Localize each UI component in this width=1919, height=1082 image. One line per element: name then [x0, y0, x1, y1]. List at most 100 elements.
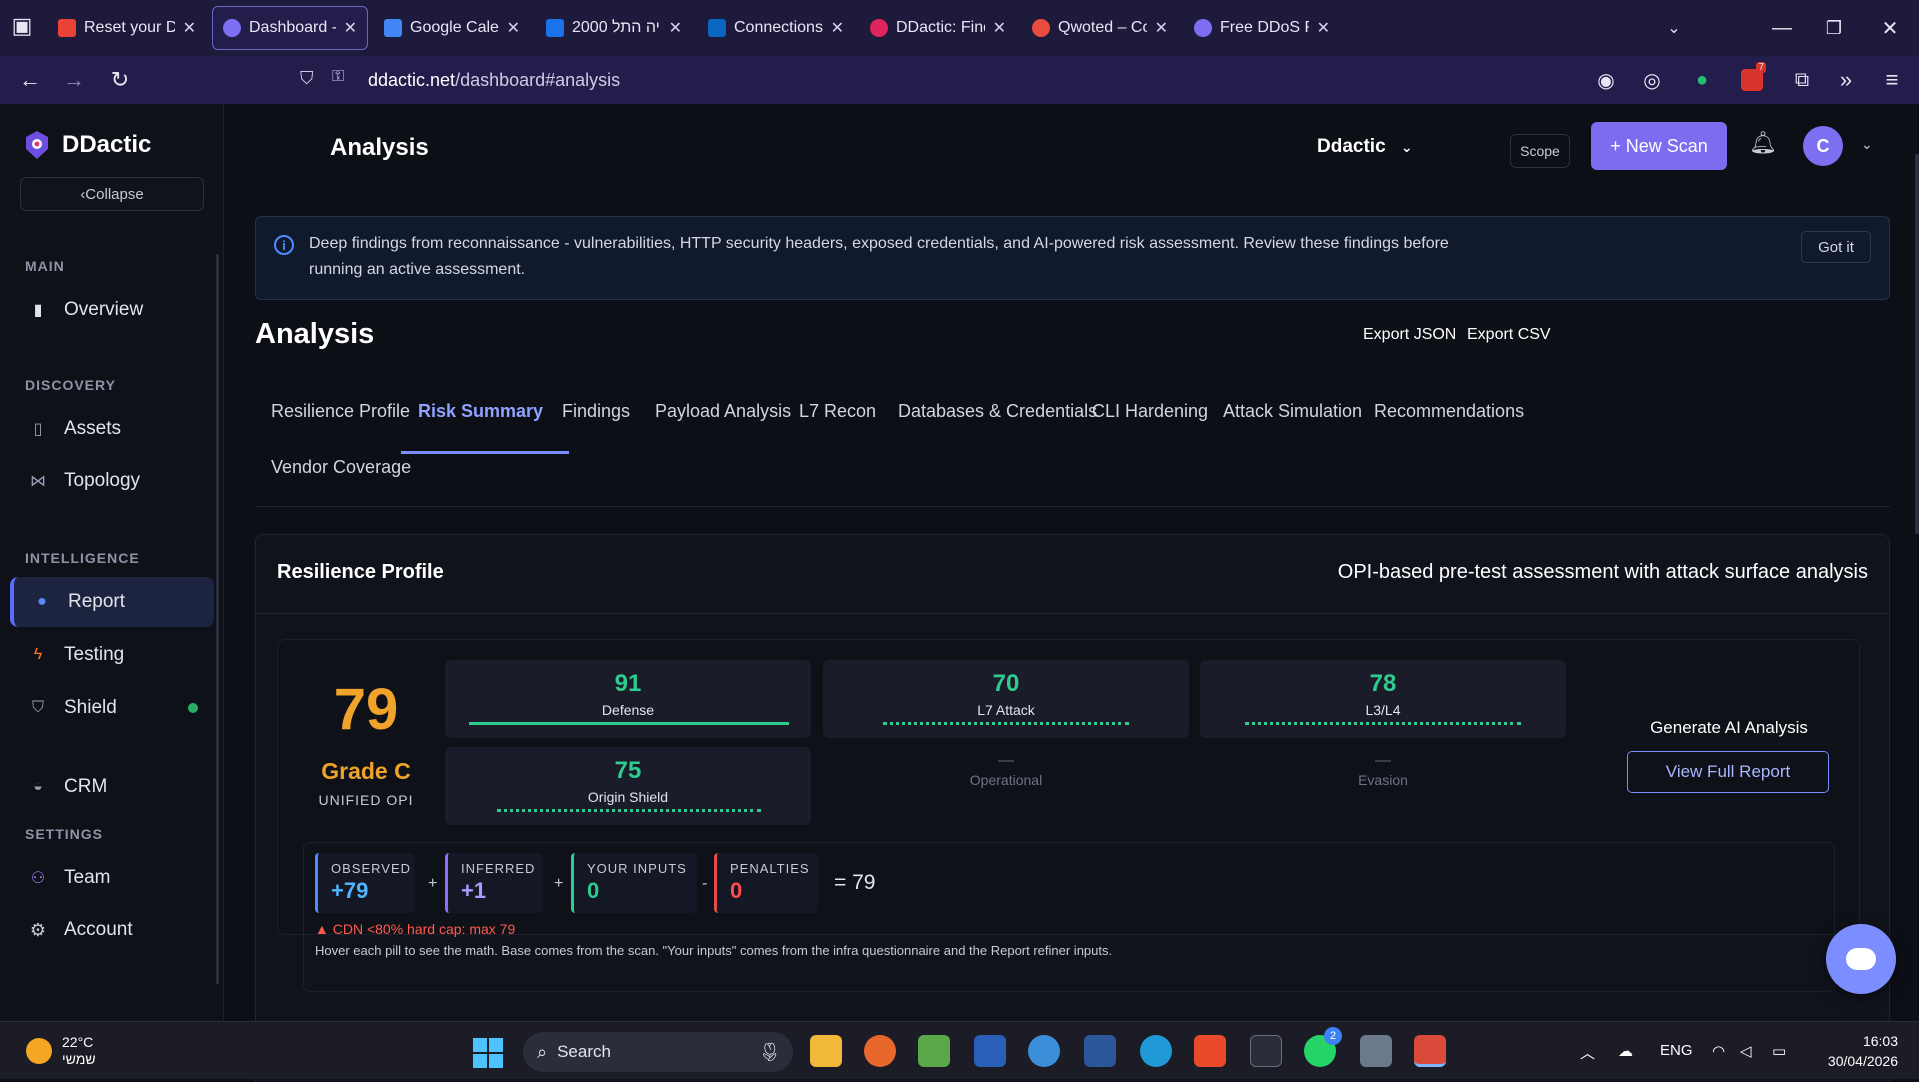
- chevron-down-icon[interactable]: ⌄: [1861, 136, 1873, 153]
- main-scrollbar[interactable]: [1915, 154, 1919, 534]
- taskbar-search[interactable]: ⌕ Search 🌷︎: [523, 1032, 793, 1072]
- calculator-icon[interactable]: [1360, 1035, 1392, 1067]
- export-json-button[interactable]: Export JSON: [1363, 326, 1456, 344]
- metric-defense[interactable]: 91 Defense: [445, 660, 811, 738]
- close-window-icon[interactable]: ✕: [1874, 12, 1906, 44]
- export-csv-button[interactable]: Export CSV: [1467, 326, 1551, 344]
- extension-badge-icon[interactable]: 7: [1736, 62, 1768, 96]
- collapse-button[interactable]: ‹Collapse: [20, 177, 204, 211]
- edge-icon[interactable]: [1140, 1035, 1172, 1067]
- shield-icon[interactable]: ⛉: [300, 68, 314, 89]
- globe-icon[interactable]: [1028, 1035, 1060, 1067]
- bell-icon[interactable]: 🔔︎: [1749, 130, 1777, 156]
- notepad-icon[interactable]: [918, 1035, 950, 1067]
- generate-ai-analysis-button[interactable]: Generate AI Analysis: [1628, 718, 1830, 738]
- tab-recommendations[interactable]: Recommendations: [1374, 401, 1524, 422]
- view-full-report-button[interactable]: View Full Report: [1627, 751, 1829, 793]
- language-indicator[interactable]: ENG: [1660, 1042, 1693, 1059]
- pill-inferred[interactable]: INFERRED +1: [445, 853, 543, 913]
- system-clock[interactable]: 16:03 30/04/2026: [1818, 1031, 1898, 1071]
- tab-vendor-coverage[interactable]: Vendor Coverage: [271, 457, 411, 478]
- whatsapp-icon[interactable]: 2: [1304, 1027, 1342, 1067]
- close-tab-icon[interactable]: ✕: [507, 18, 520, 38]
- site-info-icon[interactable]: ⚿: [332, 68, 344, 86]
- word-icon[interactable]: [1084, 1035, 1116, 1067]
- dismiss-banner-button[interactable]: Got it: [1801, 231, 1871, 263]
- more-tools-icon[interactable]: »: [1830, 64, 1862, 96]
- tab-cli-hardening[interactable]: CLI Hardening: [1092, 401, 1208, 422]
- restore-icon[interactable]: ❐: [1818, 12, 1850, 44]
- powershell-icon[interactable]: [974, 1035, 1006, 1067]
- onedrive-icon[interactable]: ☁: [1618, 1042, 1633, 1060]
- show-hidden-icons[interactable]: ︿: [1580, 1042, 1595, 1063]
- pill-observed[interactable]: OBSERVED +79: [315, 853, 415, 913]
- ubuntu-icon[interactable]: [1194, 1035, 1226, 1067]
- active-app-icon[interactable]: [1414, 1035, 1446, 1067]
- tab-actions-icon[interactable]: ▣: [6, 10, 38, 42]
- weather-widget[interactable]: 22°C שמשי: [26, 1034, 96, 1068]
- address-bar[interactable]: ⛉ ⚿ ddactic.net/dashboard#analysis: [288, 61, 1438, 99]
- sidebar-item-testing[interactable]: ϟ Testing: [10, 630, 214, 680]
- extension-incognito-icon[interactable]: ◎: [1636, 64, 1668, 96]
- browser-tab-hebrew[interactable]: 2000 בשצייה התל ✕: [536, 6, 692, 50]
- brand[interactable]: DDactic: [24, 130, 151, 160]
- grammarly-icon[interactable]: ●: [1686, 64, 1718, 96]
- pill-your-inputs[interactable]: YOUR INPUTS 0: [571, 853, 697, 913]
- brand-name: DDactic: [62, 131, 152, 158]
- tab-databases-credentials[interactable]: Databases & Credentials: [898, 401, 1097, 422]
- wifi-icon[interactable]: ◠: [1712, 1042, 1725, 1060]
- tab-attack-simulation[interactable]: Attack Simulation: [1223, 401, 1362, 422]
- tab-resilience-profile[interactable]: Resilience Profile: [271, 401, 410, 422]
- close-tab-icon[interactable]: ✕: [344, 18, 357, 38]
- close-tab-icon[interactable]: ✕: [669, 18, 682, 38]
- close-tab-icon[interactable]: ✕: [831, 18, 844, 38]
- chat-widget-button[interactable]: [1826, 924, 1896, 994]
- volume-icon[interactable]: ◁: [1740, 1042, 1752, 1060]
- browser-tab-ddos[interactable]: Free DDoS Resilience ✕: [1184, 6, 1340, 50]
- sidebar-item-crm[interactable]: ◒ CRM: [10, 762, 214, 812]
- sidebar-item-assets[interactable]: ▯ Assets: [10, 404, 214, 454]
- forward-icon[interactable]: →: [58, 64, 90, 96]
- sidebar-item-topology[interactable]: ⋈ Topology: [10, 456, 214, 506]
- terminal-icon[interactable]: [1250, 1035, 1282, 1067]
- metric-l3l4[interactable]: 78 L3/L4: [1200, 660, 1566, 738]
- sidebar-item-account[interactable]: ⚙ Account: [10, 905, 214, 955]
- start-button[interactable]: [473, 1038, 503, 1068]
- close-tab-icon[interactable]: ✕: [183, 18, 196, 38]
- tab-list-chevron-icon[interactable]: ⌄: [1658, 12, 1690, 44]
- tab-payload-analysis[interactable]: Payload Analysis: [655, 401, 791, 422]
- browser-tab-linkedin[interactable]: Connections | LinkedIn ✕: [698, 6, 854, 50]
- browser-tab-qwoted[interactable]: Qwoted – Connecti ✕: [1022, 6, 1178, 50]
- account-icon[interactable]: ◉: [1590, 64, 1622, 96]
- sidebar-item-overview[interactable]: ▮ Overview: [10, 285, 214, 335]
- sidebar-item-shield[interactable]: ⛉ Shield: [10, 683, 214, 733]
- file-explorer-icon[interactable]: [810, 1035, 842, 1067]
- scope-button[interactable]: Scope: [1510, 134, 1570, 168]
- battery-icon[interactable]: ▭: [1772, 1042, 1786, 1060]
- org-selector[interactable]: Ddactic ⌄: [1317, 136, 1413, 158]
- reload-icon[interactable]: ↻: [104, 64, 136, 96]
- firefox-icon[interactable]: [864, 1035, 896, 1067]
- sidebar-scrollbar[interactable]: [216, 254, 219, 984]
- metric-l7-attack[interactable]: 70 L7 Attack: [823, 660, 1189, 738]
- minimize-icon[interactable]: —: [1766, 12, 1798, 44]
- pill-penalties[interactable]: PENALTIES 0: [714, 853, 818, 913]
- back-icon[interactable]: ←: [14, 64, 46, 96]
- avatar[interactable]: C: [1803, 126, 1843, 166]
- browser-tab-gmail[interactable]: Reset your DDactic ✕: [48, 6, 206, 50]
- browser-tab-ddactic-find[interactable]: DDactic: Find what ✕: [860, 6, 1016, 50]
- close-tab-icon[interactable]: ✕: [1155, 18, 1168, 38]
- tab-risk-summary[interactable]: Risk Summary: [418, 401, 543, 422]
- close-tab-icon[interactable]: ✕: [1317, 18, 1330, 38]
- tab-findings[interactable]: Findings: [562, 401, 630, 422]
- browser-tab-calendar[interactable]: Google Calendar - ✕: [374, 6, 530, 50]
- metric-origin-shield[interactable]: 75 Origin Shield: [445, 747, 811, 825]
- close-tab-icon[interactable]: ✕: [993, 18, 1006, 38]
- sidebar-item-team[interactable]: ⚇ Team: [10, 853, 214, 903]
- sidebar-item-report[interactable]: ● Report: [10, 577, 214, 627]
- extensions-puzzle-icon[interactable]: ⧉: [1786, 64, 1818, 96]
- new-scan-button[interactable]: + New Scan: [1591, 122, 1727, 170]
- tab-l7-recon[interactable]: L7 Recon: [799, 401, 876, 422]
- browser-tab-dashboard[interactable]: Dashboard - DDactic ✕: [212, 6, 368, 50]
- menu-icon[interactable]: ≡: [1876, 64, 1908, 96]
